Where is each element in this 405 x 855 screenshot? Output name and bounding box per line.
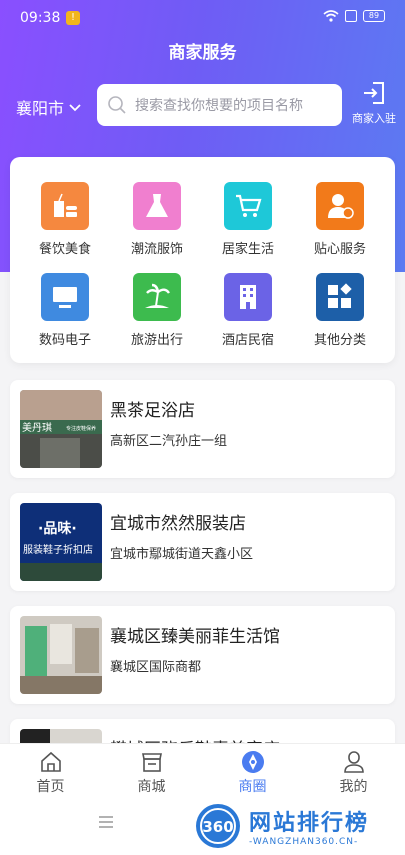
grid-more-icon: [316, 273, 364, 321]
search-icon: [108, 96, 126, 114]
shop-photo: 美丹琪 专注皮鞋保养: [20, 390, 102, 468]
shop-address: 宜城市鄢城街道天鑫小区: [110, 547, 254, 562]
shop-sign-text: 美丹琪: [22, 421, 52, 434]
computer-icon: [41, 273, 89, 321]
status-bar: 09:38 ! 89: [0, 0, 405, 36]
category-hotel[interactable]: 酒店民宿: [208, 273, 288, 348]
shop-address: 高新区二汽孙庄一组: [110, 434, 228, 449]
wifi-icon: [323, 10, 339, 22]
home-icon: [40, 751, 61, 772]
shop-card[interactable]: ·品味· 服装鞋子折扣店 宜城市然然服装店 宜城市鄢城街道天鑫小区: [10, 493, 395, 591]
city-label: 襄阳市: [16, 99, 65, 118]
category-label: 潮流服饰: [130, 242, 183, 257]
shop-sign-subtext: 专注皮鞋保养: [66, 425, 96, 432]
page-title: 商家服务: [168, 43, 237, 63]
shop-name: 黑茶足浴店: [110, 401, 195, 421]
category-label: 旅游出行: [130, 333, 183, 348]
island-icon: [133, 273, 181, 321]
category-label: 其他分类: [313, 333, 366, 348]
status-time: 09:38: [20, 10, 61, 26]
shop-sign-text: ·品味·: [38, 521, 77, 537]
watermark-360-icon: 360: [196, 804, 240, 848]
status-indicators: 89: [323, 10, 385, 22]
tab-store[interactable]: 商城: [101, 744, 202, 800]
shop-name: 宜城市然然服装店: [110, 514, 246, 534]
compass-icon: [241, 751, 264, 773]
category-grid: 餐饮美食 潮流服饰 居家生活 贴心服务 数码电子 旅游出行 酒店民宿 其他分类: [10, 157, 395, 363]
category-other[interactable]: 其他分类: [300, 273, 380, 348]
shopping-cart-icon: [224, 182, 272, 230]
shop-photo: ·品味· 服装鞋子折扣店: [20, 503, 102, 581]
tab-home[interactable]: 首页: [0, 744, 101, 800]
category-label: 数码电子: [38, 333, 91, 348]
sim-icon: [345, 10, 357, 22]
bottom-tab-bar: 首页 商城 商圈 我的: [0, 743, 405, 799]
user-icon: [343, 751, 364, 773]
tab-business-circle[interactable]: 商圈: [202, 744, 303, 800]
tab-label: 首页: [36, 779, 65, 795]
category-label: 居家生活: [221, 242, 274, 257]
merchant-entry-button[interactable]: 商家入驻: [348, 80, 400, 126]
category-label: 贴心服务: [313, 242, 366, 257]
merchant-entry-label: 商家入驻: [352, 112, 396, 125]
shop-address: 襄城区国际商都: [110, 660, 202, 675]
chevron-down-icon: [69, 104, 81, 112]
notification-icon: !: [66, 11, 80, 25]
search-input[interactable]: 搜索查找你想要的项目名称: [97, 84, 342, 126]
dress-icon: [133, 182, 181, 230]
shop-name: 襄城区臻美丽菲生活馆: [110, 627, 280, 647]
tab-mine[interactable]: 我的: [303, 744, 404, 800]
login-icon: [364, 82, 384, 104]
category-fashion[interactable]: 潮流服饰: [117, 182, 197, 257]
shop-sign-subtext: 服装鞋子折扣店: [23, 543, 93, 556]
watermark-title: 网站排行榜: [249, 811, 370, 836]
category-digital[interactable]: 数码电子: [25, 273, 105, 348]
store-icon: [141, 753, 162, 772]
shop-card[interactable]: 美丹琪 专注皮鞋保养 黑茶足浴店 高新区二汽孙庄一组: [10, 380, 395, 478]
tab-label: 商圈: [238, 779, 267, 795]
category-label: 餐饮美食: [38, 242, 91, 257]
category-service[interactable]: 贴心服务: [300, 182, 380, 257]
category-food[interactable]: 餐饮美食: [25, 182, 105, 257]
search-placeholder: 搜索查找你想要的项目名称: [135, 98, 303, 114]
category-label: 酒店民宿: [221, 333, 274, 348]
food-drink-icon: [41, 182, 89, 230]
tab-label: 我的: [339, 779, 368, 795]
city-selector[interactable]: 襄阳市: [16, 95, 82, 119]
watermark-text: 网站排行榜 -WANGZHAN360.CN-: [249, 805, 369, 847]
menu-icon[interactable]: [98, 815, 114, 829]
tab-label: 商城: [137, 779, 166, 795]
battery-icon: 89: [363, 10, 385, 22]
shop-photo: [20, 616, 102, 694]
category-home[interactable]: 居家生活: [208, 182, 288, 257]
hotel-icon: [224, 273, 272, 321]
service-person-icon: [316, 182, 364, 230]
shop-card[interactable]: 襄城区臻美丽菲生活馆 襄城区国际商都: [10, 606, 395, 704]
category-travel[interactable]: 旅游出行: [117, 273, 197, 348]
watermark-logo: 360 网站排行榜 -WANGZHAN360.CN-: [193, 797, 405, 855]
watermark-number: 360: [202, 818, 233, 836]
watermark-subtitle: -WANGZHAN360.CN-: [249, 837, 359, 847]
